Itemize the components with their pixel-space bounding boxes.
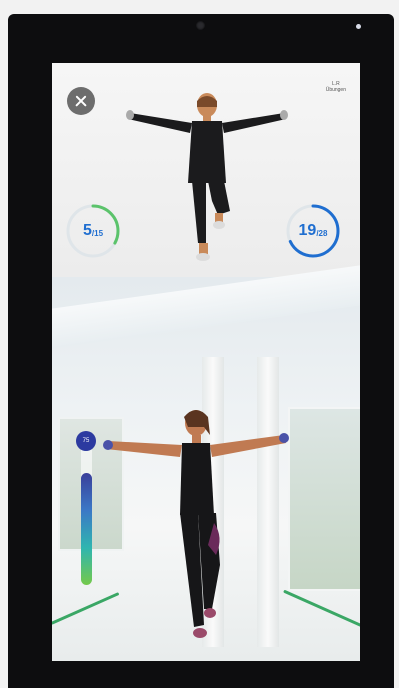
user-figure: [103, 410, 289, 638]
status-led: [356, 24, 361, 29]
close-icon[interactable]: [67, 87, 95, 115]
level-bar-value: 75: [76, 431, 96, 451]
exercise-label-line2: Übungen: [325, 87, 346, 93]
exercise-label: L.R Übungen: [326, 81, 346, 93]
repetition-total: /15: [91, 228, 104, 238]
background-window: [288, 407, 360, 591]
trainer-panel: L.R Übungen 5/15 19 /28: [52, 63, 360, 277]
user-camera-panel: 75: [52, 265, 360, 661]
trainer-figure: [126, 93, 288, 261]
repetition-current: 5: [82, 222, 92, 239]
level-bar: [81, 435, 92, 585]
ceiling-beam: [52, 265, 360, 349]
time-counter: 19/28: [284, 202, 342, 260]
floor-guide-line-right: [283, 589, 360, 628]
level-bar-fill: [81, 472, 92, 585]
camera-lens: [196, 21, 205, 30]
repetition-counter: 5/15: [64, 202, 122, 260]
screen: L.R Übungen 5/15 19 /28 75: [52, 63, 360, 661]
time-current: 19: [298, 222, 317, 239]
time-total: /28: [316, 228, 328, 238]
